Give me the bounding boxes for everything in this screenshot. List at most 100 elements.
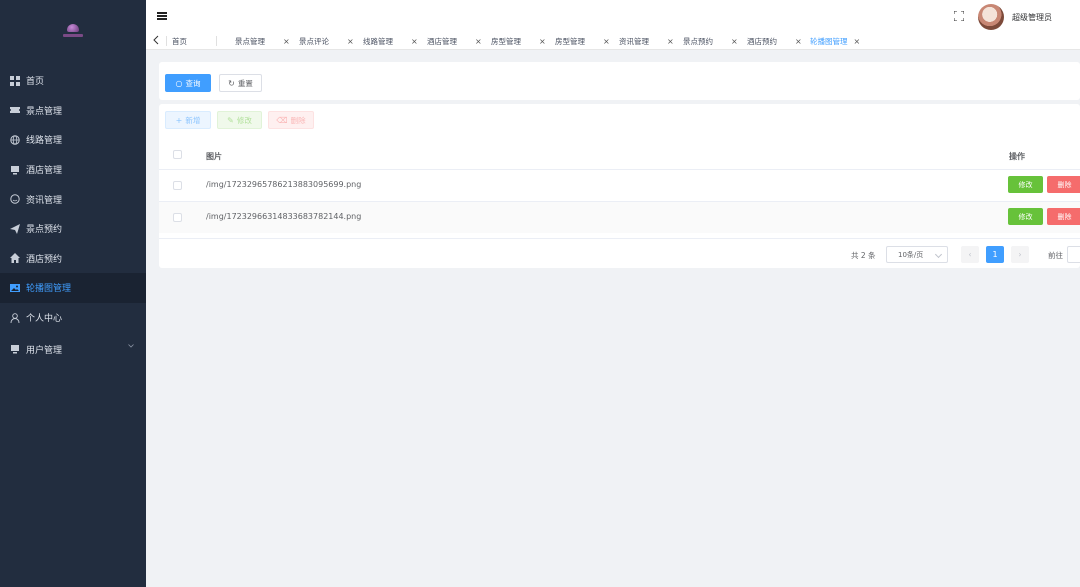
row-edit-button[interactable]: 修改: [1008, 208, 1043, 225]
tabs-bar: 首页 景点管理 × 景点评论 × 线路管理 × 酒店管理 × 房型管理 × 房型…: [146, 30, 1080, 50]
close-icon[interactable]: ×: [283, 37, 290, 46]
tab-attractions[interactable]: 景点管理 ×: [235, 34, 290, 48]
tab-attraction-booking[interactable]: 景点预约 ×: [683, 34, 738, 48]
hamburger-icon[interactable]: [157, 12, 167, 20]
row-delete-button[interactable]: 删除: [1047, 208, 1080, 225]
close-icon[interactable]: ×: [731, 37, 738, 46]
sidebar-item-attraction-booking[interactable]: 景点预约: [0, 214, 146, 244]
top-header: 超级管理员: [146, 0, 1080, 30]
next-page-button[interactable]: ›: [1011, 246, 1029, 263]
tab-hotel-booking[interactable]: 酒店预约 ×: [747, 34, 802, 48]
goto-label: 前往: [1048, 251, 1063, 260]
sidebar-item-attractions[interactable]: 景点管理: [0, 96, 146, 126]
sidebar-item-label: 线路管理: [26, 136, 63, 147]
image-path: /img/17232966314833683782144.png: [206, 212, 362, 221]
refresh-icon: ↻: [228, 78, 235, 88]
total-count: 共 2 条: [851, 251, 876, 260]
sidebar: 首页 景点管理 线路管理 酒店管理 资讯管理 景点预约 酒店预约 轮播图管理 个…: [0, 0, 146, 587]
sidebar-item-label: 资讯管理: [26, 195, 63, 206]
page-number-button[interactable]: 1: [986, 246, 1004, 263]
tab-label: 房型管理: [555, 36, 585, 46]
prev-page-button[interactable]: ‹: [961, 246, 979, 263]
select-all-checkbox[interactable]: [173, 150, 182, 159]
close-icon[interactable]: ×: [539, 37, 546, 46]
column-header-image: 图片: [206, 152, 222, 161]
picture-icon: [10, 283, 20, 293]
home-icon: [10, 253, 20, 264]
add-button[interactable]: + 新增: [165, 111, 211, 129]
add-label: 新增: [185, 115, 201, 125]
delete-label: 删除: [290, 115, 306, 125]
tab-label: 酒店管理: [427, 36, 457, 46]
monitor-icon: [10, 165, 20, 175]
reset-button[interactable]: ↻ 重置: [219, 74, 262, 92]
delete-button[interactable]: ⌫ 删除: [268, 111, 314, 129]
close-icon[interactable]: ×: [347, 37, 354, 46]
tab-label: 房型管理: [491, 36, 521, 46]
sidebar-item-label: 个人中心: [26, 314, 63, 325]
table-header: 图片 操作: [159, 141, 1080, 169]
close-icon[interactable]: ×: [603, 37, 610, 46]
username[interactable]: 超级管理员: [1012, 12, 1052, 23]
sidebar-item-carousel[interactable]: 轮播图管理: [0, 273, 146, 303]
plus-icon: +: [175, 115, 183, 125]
sidebar-item-label: 酒店管理: [26, 166, 63, 177]
row-checkbox[interactable]: [173, 181, 182, 190]
table-panel: + 新增 ✎ 修改 ⌫ 删除 图片 操作 /img/17232965786213…: [159, 104, 1080, 268]
close-icon[interactable]: ×: [475, 37, 482, 46]
sidebar-item-label: 用户管理: [26, 345, 63, 356]
query-button[interactable]: ○ 查询: [165, 74, 211, 92]
column-header-operation: 操作: [1009, 152, 1025, 161]
tab-label: 景点评论: [299, 36, 329, 46]
sidebar-item-routes[interactable]: 线路管理: [0, 125, 146, 155]
smile-icon: [10, 194, 20, 204]
table-row: /img/17232965786213883095699.png 修改 删除: [159, 169, 1080, 201]
sidebar-item-home[interactable]: 首页: [0, 66, 146, 96]
close-icon[interactable]: ×: [667, 37, 674, 46]
tab-label: 首页: [172, 36, 187, 46]
sidebar-item-label: 景点预约: [26, 225, 63, 236]
sidebar-item-label: 景点管理: [26, 106, 63, 117]
monitor-icon: [10, 344, 20, 354]
sidebar-item-users[interactable]: 用户管理: [0, 332, 146, 366]
goto-page-input[interactable]: [1067, 246, 1080, 263]
sidebar-item-label: 轮播图管理: [26, 284, 72, 295]
edit-icon: ✎: [227, 115, 234, 125]
sidebar-item-label: 首页: [26, 77, 45, 88]
chevron-left-icon[interactable]: [152, 35, 160, 45]
row-edit-button[interactable]: 修改: [1008, 176, 1043, 193]
tab-attraction-comments[interactable]: 景点评论 ×: [299, 34, 354, 48]
close-icon[interactable]: ×: [795, 37, 802, 46]
close-icon[interactable]: ×: [854, 37, 861, 46]
row-delete-button[interactable]: 删除: [1047, 176, 1080, 193]
page-size-value: 10条/页: [898, 250, 924, 259]
edit-label: 修改: [236, 115, 252, 125]
search-icon: ○: [175, 78, 183, 88]
tab-label: 景点预约: [683, 36, 713, 46]
tab-room-types[interactable]: 房型管理 ×: [491, 34, 546, 48]
tab-room-types-2[interactable]: 房型管理 ×: [555, 34, 610, 48]
sidebar-item-profile[interactable]: 个人中心: [0, 303, 146, 333]
page-size-select[interactable]: 10条/页: [886, 246, 948, 263]
logo: [0, 0, 146, 66]
sidebar-item-hotel-booking[interactable]: 酒店预约: [0, 244, 146, 274]
ticket-icon: [10, 105, 20, 115]
tab-divider: [166, 36, 167, 46]
search-panel: ○ 查询 ↻ 重置: [159, 62, 1080, 100]
tab-carousel[interactable]: 轮播图管理 ×: [810, 34, 860, 48]
tab-label: 轮播图管理: [810, 36, 848, 46]
fullscreen-icon[interactable]: [954, 11, 964, 21]
sidebar-menu: 首页 景点管理 线路管理 酒店管理 资讯管理 景点预约 酒店预约 轮播图管理 个…: [0, 66, 146, 366]
sidebar-item-news[interactable]: 资讯管理: [0, 184, 146, 214]
tab-label: 线路管理: [363, 36, 393, 46]
avatar[interactable]: [978, 4, 1004, 30]
chevron-down-icon: [128, 344, 134, 348]
row-checkbox[interactable]: [173, 213, 182, 222]
close-icon[interactable]: ×: [411, 37, 418, 46]
tab-home[interactable]: 首页: [172, 34, 193, 48]
tab-news[interactable]: 资讯管理 ×: [619, 34, 674, 48]
tab-hotels[interactable]: 酒店管理 ×: [427, 34, 482, 48]
edit-button[interactable]: ✎ 修改: [217, 111, 262, 129]
tab-routes[interactable]: 线路管理 ×: [363, 34, 418, 48]
sidebar-item-hotels[interactable]: 酒店管理: [0, 155, 146, 185]
